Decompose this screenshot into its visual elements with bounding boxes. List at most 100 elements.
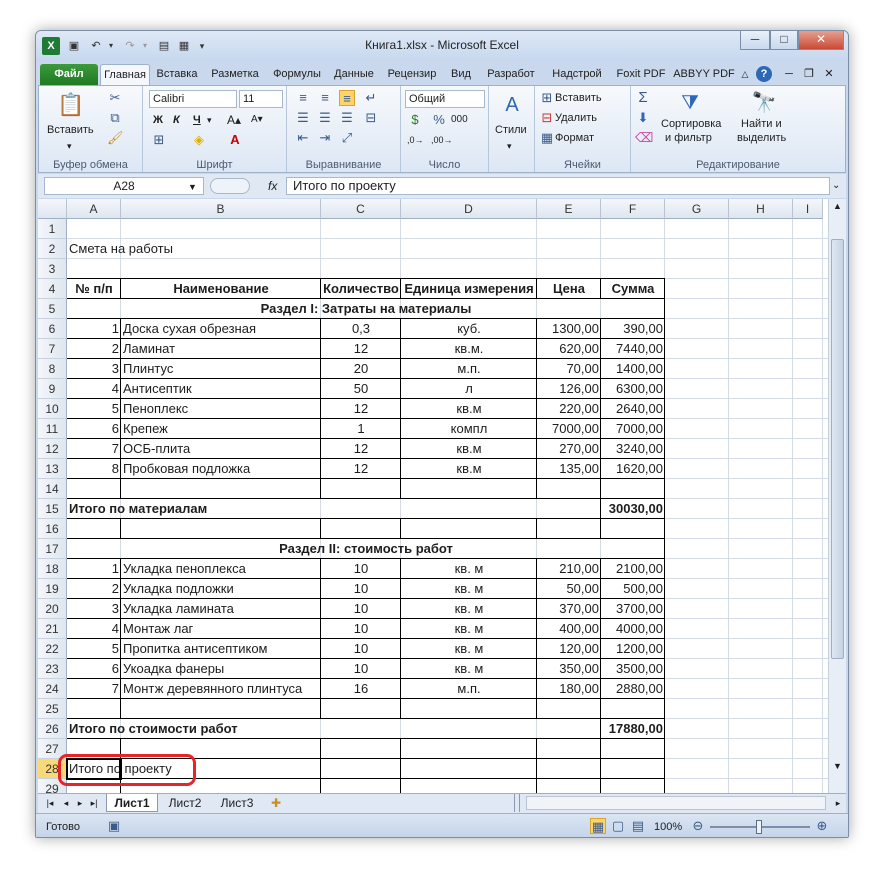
cell-e24[interactable]: 180,00 xyxy=(537,679,601,699)
expand-formula-bar-icon[interactable]: ⌄ xyxy=(832,178,840,194)
cell-c13[interactable]: 12 xyxy=(321,459,401,479)
scroll-down-icon[interactable]: ▼ xyxy=(831,761,844,775)
page-break-view-icon[interactable]: ▤ xyxy=(630,818,646,834)
currency-icon[interactable]: $ xyxy=(407,112,423,128)
cell-f19[interactable]: 500,00 xyxy=(601,579,665,599)
cell-e20[interactable]: 370,00 xyxy=(537,599,601,619)
cell-b23[interactable]: Укоадка фанеры xyxy=(121,659,321,679)
cell-c12[interactable]: 12 xyxy=(321,439,401,459)
tab-abbyy-pdf[interactable]: ABBYY PDF xyxy=(672,64,736,85)
row-header-1[interactable]: 1 xyxy=(38,219,67,239)
cell-a17[interactable]: Раздел II: стоимость работ xyxy=(67,539,665,559)
new-sheet-icon[interactable]: ✚ xyxy=(266,794,286,812)
shrink-font-icon[interactable]: A▾ xyxy=(251,112,263,128)
sheet-tab-2[interactable]: Лист2 xyxy=(160,794,210,812)
cell-d24[interactable]: м.п. xyxy=(401,679,537,699)
tab-formulas[interactable]: Формулы xyxy=(268,64,326,85)
tab-home[interactable]: Главная xyxy=(100,64,150,85)
row-header-12[interactable]: 12 xyxy=(38,439,67,459)
merge-cells-icon[interactable]: ⊟ xyxy=(363,110,379,126)
cell-d8[interactable]: м.п. xyxy=(401,359,537,379)
sort-filter-icon[interactable]: ⧩ xyxy=(677,90,703,116)
cell-c4[interactable]: Количество xyxy=(321,279,401,299)
delete-cells-button[interactable]: Удалить xyxy=(555,110,597,126)
cell-f7[interactable]: 7440,00 xyxy=(601,339,665,359)
cell-b11[interactable]: Крепеж xyxy=(121,419,321,439)
cell-a2[interactable]: Смета на работы xyxy=(67,239,267,259)
cell-a22[interactable]: 5 xyxy=(67,639,121,659)
cell-e12[interactable]: 270,00 xyxy=(537,439,601,459)
cell-a6[interactable]: 1 xyxy=(67,319,121,339)
cell-c18[interactable]: 10 xyxy=(321,559,401,579)
scroll-right-icon[interactable]: ▸ xyxy=(832,794,844,812)
help-icon[interactable]: ? xyxy=(756,66,772,82)
row-header-19[interactable]: 19 xyxy=(38,579,67,599)
formula-input[interactable]: Итого по проекту xyxy=(286,177,830,195)
close-button[interactable]: ✕ xyxy=(798,31,844,50)
minimize-ribbon-icon[interactable]: △ xyxy=(738,64,752,85)
cell-e9[interactable]: 126,00 xyxy=(537,379,601,399)
vertical-scroll-thumb[interactable] xyxy=(831,239,844,659)
cell-c19[interactable]: 10 xyxy=(321,579,401,599)
cell-d11[interactable]: компл xyxy=(401,419,537,439)
cell-b13[interactable]: Пробковая подложка xyxy=(121,459,321,479)
underline-dropdown-icon[interactable]: ▾ xyxy=(207,112,212,128)
cell-e7[interactable]: 620,00 xyxy=(537,339,601,359)
text-orientation-icon[interactable]: ⤢ xyxy=(339,130,355,146)
row-header-3[interactable]: 3 xyxy=(38,259,67,279)
row-header-21[interactable]: 21 xyxy=(38,619,67,639)
row-header-18[interactable]: 18 xyxy=(38,559,67,579)
font-size-select[interactable]: 11 xyxy=(239,90,283,108)
tab-addins[interactable]: Надстрой xyxy=(546,64,608,85)
italic-button[interactable]: К xyxy=(173,112,180,128)
cell-f23[interactable]: 3500,00 xyxy=(601,659,665,679)
row-header-20[interactable]: 20 xyxy=(38,599,67,619)
cell-b12[interactable]: ОСБ-плита xyxy=(121,439,321,459)
zoom-level[interactable]: 100% xyxy=(654,819,682,835)
align-top-icon[interactable]: ≡ xyxy=(295,90,311,106)
cell-c6[interactable]: 0,3 xyxy=(321,319,401,339)
cell-d6[interactable]: куб. xyxy=(401,319,537,339)
bold-button[interactable]: Ж xyxy=(153,112,163,128)
cell-b19[interactable]: Укладка подложки xyxy=(121,579,321,599)
column-header-e[interactable]: E xyxy=(537,199,601,219)
cell-f9[interactable]: 6300,00 xyxy=(601,379,665,399)
find-select-icon[interactable]: 🔭 xyxy=(751,90,777,116)
doc-close-button[interactable]: ✕ xyxy=(820,64,838,85)
formula-bar-expand-handle[interactable] xyxy=(210,178,250,194)
cell-a7[interactable]: 2 xyxy=(67,339,121,359)
styles-button[interactable]: Стили xyxy=(495,122,527,138)
align-right-icon[interactable]: ☰ xyxy=(339,110,355,126)
cell-e19[interactable]: 50,00 xyxy=(537,579,601,599)
copy-icon[interactable]: ⧉ xyxy=(107,110,123,126)
cell-f18[interactable]: 2100,00 xyxy=(601,559,665,579)
cell-e6[interactable]: 1300,00 xyxy=(537,319,601,339)
cell-e8[interactable]: 70,00 xyxy=(537,359,601,379)
format-cells-icon[interactable]: ▦ xyxy=(539,130,555,146)
tab-review[interactable]: Рецензир xyxy=(382,64,442,85)
cell-a5[interactable]: Раздел I: Затраты на материалы xyxy=(67,299,665,319)
increase-decimal-icon[interactable]: ,0→ xyxy=(407,132,424,148)
cell-b7[interactable]: Ламинат xyxy=(121,339,321,359)
cell-b10[interactable]: Пеноплекс xyxy=(121,399,321,419)
thousands-separator-icon[interactable]: 000 xyxy=(451,112,468,128)
sheet-tab-1[interactable]: Лист1 xyxy=(106,794,158,812)
cell-f24[interactable]: 2880,00 xyxy=(601,679,665,699)
cell-b4[interactable]: Наименование xyxy=(121,279,321,299)
row-header-11[interactable]: 11 xyxy=(38,419,67,439)
cell-c11[interactable]: 1 xyxy=(321,419,401,439)
cell-f12[interactable]: 3240,00 xyxy=(601,439,665,459)
cell-b9[interactable]: Антисептик xyxy=(121,379,321,399)
cell-f22[interactable]: 1200,00 xyxy=(601,639,665,659)
zoom-out-icon[interactable]: ⊖ xyxy=(690,818,706,834)
fill-color-icon[interactable]: ◈ xyxy=(191,132,207,148)
tab-split-handle[interactable] xyxy=(514,794,520,812)
find-select-button-line2[interactable]: выделить xyxy=(737,130,786,146)
row-header-14[interactable]: 14 xyxy=(38,479,67,499)
tab-file[interactable]: Файл xyxy=(40,64,98,85)
cell-b18[interactable]: Укладка пеноплекса xyxy=(121,559,321,579)
tab-page-layout[interactable]: Разметка xyxy=(204,64,266,85)
cell-c23[interactable]: 10 xyxy=(321,659,401,679)
cell-c10[interactable]: 12 xyxy=(321,399,401,419)
cell-a18[interactable]: 1 xyxy=(67,559,121,579)
